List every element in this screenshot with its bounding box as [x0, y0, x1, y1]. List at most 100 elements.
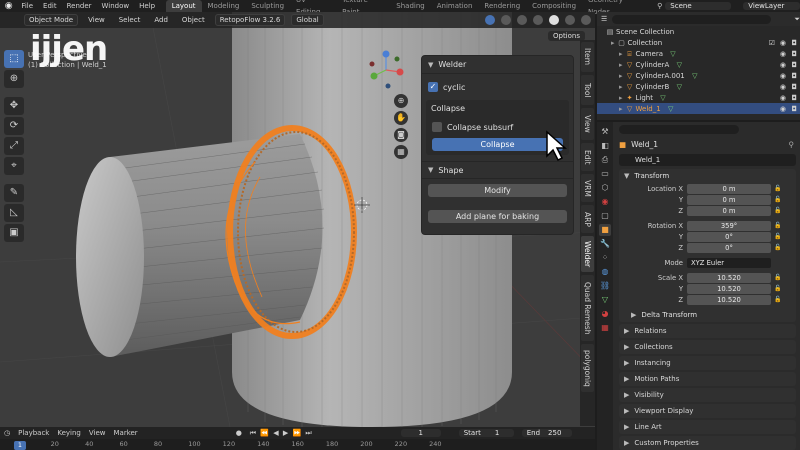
tool-props-icon[interactable]: ⚒: [599, 126, 611, 138]
lock-icon[interactable]: 🔓: [774, 207, 781, 214]
tab-vrm[interactable]: VRM: [581, 174, 594, 202]
render-camera-icon[interactable]: ◘: [791, 94, 797, 102]
add-cube-tool-icon[interactable]: ▣: [4, 224, 24, 242]
menu-file[interactable]: File: [16, 0, 38, 12]
lock-icon[interactable]: 🔓: [774, 196, 781, 203]
wireframe-shading-icon[interactable]: [533, 15, 543, 25]
tab-modeling[interactable]: Modeling: [202, 0, 246, 12]
timeline-editor-icon[interactable]: ◷: [4, 429, 10, 437]
pin-icon[interactable]: ⚲: [789, 140, 795, 149]
menu-edit[interactable]: Edit: [38, 0, 62, 12]
section-visibility[interactable]: ▶ Visibility: [619, 388, 796, 402]
3d-viewport[interactable]: Object Mode View Select Add Object Retop…: [0, 12, 595, 427]
outliner-row[interactable]: ▸ ⌸ Camera ▽ ◉ ◘: [597, 48, 800, 59]
gizmo-toggle-icon[interactable]: [485, 15, 495, 25]
move-tool-icon[interactable]: ✥: [4, 97, 24, 115]
expand-arrow-icon[interactable]: ▸: [619, 105, 623, 113]
expand-arrow-icon[interactable]: ▸: [619, 50, 623, 58]
solid-shading-icon[interactable]: [549, 15, 559, 25]
rotation-mode-dropdown[interactable]: XYZ Euler: [687, 257, 771, 268]
tab-arp[interactable]: ARP: [581, 205, 594, 233]
menu-timeline-view[interactable]: View: [89, 429, 106, 437]
location-z-field[interactable]: 0 m: [687, 205, 771, 216]
xray-toggle-icon[interactable]: [517, 15, 527, 25]
rotation-z-field[interactable]: 0°: [687, 242, 771, 253]
tab-compositing[interactable]: Compositing: [526, 0, 582, 12]
menu-playback[interactable]: Playback: [18, 429, 49, 437]
tab-polygoniq[interactable]: polygoniq: [581, 344, 594, 392]
outliner-row[interactable]: ▸ ▢ Collection ☑ ◉ ◘: [597, 37, 800, 48]
cursor-tool-icon[interactable]: ⊕: [4, 70, 24, 88]
timeline-ruler[interactable]: 120406080100120140160180200220240: [0, 439, 595, 450]
material-shading-icon[interactable]: [565, 15, 575, 25]
location-y-field[interactable]: 0 m: [687, 194, 771, 205]
exclude-checkbox[interactable]: ☑: [769, 39, 775, 47]
menu-object[interactable]: Object: [178, 15, 209, 25]
tab-item[interactable]: Item: [581, 42, 594, 72]
lock-icon[interactable]: 🔓: [774, 296, 781, 303]
visibility-eye-icon[interactable]: ◉: [780, 61, 786, 69]
modifier-props-icon[interactable]: 🔧: [599, 238, 611, 250]
lock-icon[interactable]: 🔓: [774, 244, 781, 251]
rotate-tool-icon[interactable]: ⟳: [4, 117, 24, 135]
pan-hand-icon[interactable]: ✋: [394, 111, 408, 125]
tab-sculpting[interactable]: Sculpting: [245, 0, 290, 12]
rotation-y-field[interactable]: 0°: [687, 231, 771, 242]
rotation-x-field[interactable]: 359°: [687, 220, 771, 231]
particles-props-icon[interactable]: ⁘: [599, 252, 611, 264]
select-box-tool-icon[interactable]: ⬚: [4, 50, 24, 68]
outliner-row[interactable]: ▸ ▽ Weld_1 ▽ ◉ ◘: [597, 103, 800, 114]
render-camera-icon[interactable]: ◘: [791, 105, 797, 113]
viewlayer-selector[interactable]: ViewLayer: [743, 2, 800, 10]
section-viewport-display[interactable]: ▶ Viewport Display: [619, 404, 796, 418]
collection-props-icon[interactable]: ▢: [599, 210, 611, 222]
tab-shading[interactable]: Shading: [390, 0, 430, 12]
physics-props-icon[interactable]: ◍: [599, 266, 611, 278]
retopoflow-button[interactable]: RetopoFlow 3.2.6: [214, 14, 286, 26]
scale-x-field[interactable]: 10.520: [687, 272, 771, 283]
menu-add[interactable]: Add: [150, 15, 172, 25]
lock-icon[interactable]: 🔓: [774, 222, 781, 229]
collapse-subsurf-checkbox[interactable]: [432, 122, 442, 132]
scene-props-icon[interactable]: ⬡: [599, 182, 611, 194]
section-instancing[interactable]: ▶ Instancing: [619, 356, 796, 370]
render-camera-icon[interactable]: ◘: [791, 39, 797, 47]
outliner-row[interactable]: ▸ ▽ CylinderA.001 ▽ ◉ ◘: [597, 70, 800, 81]
annotate-tool-icon[interactable]: ✎: [4, 184, 24, 202]
lock-icon[interactable]: 🔓: [774, 185, 781, 192]
scale-z-field[interactable]: 10.520: [687, 294, 771, 305]
lock-icon[interactable]: 🔓: [774, 233, 781, 240]
outliner-row[interactable]: ▸ ▽ CylinderB ▽ ◉ ◘: [597, 81, 800, 92]
section-motion-paths[interactable]: ▶ Motion Paths: [619, 372, 796, 386]
scene-selector[interactable]: Scene: [665, 2, 732, 10]
tab-view[interactable]: View: [581, 108, 594, 140]
transform-orientation-selector[interactable]: Global: [291, 14, 324, 26]
location-x-field[interactable]: 0 m: [687, 183, 771, 194]
welder-panel-header[interactable]: ▼ Welder: [422, 56, 573, 74]
menu-render[interactable]: Render: [62, 0, 97, 12]
camera-view-icon[interactable]: ◙: [394, 128, 408, 142]
world-props-icon[interactable]: ◉: [599, 196, 611, 208]
end-frame-field[interactable]: End 250: [521, 429, 572, 437]
visibility-eye-icon[interactable]: ◉: [780, 83, 786, 91]
outliner-editor-icon[interactable]: ☰: [601, 15, 607, 23]
current-frame-indicator[interactable]: 1: [14, 441, 26, 450]
render-camera-icon[interactable]: ◘: [791, 50, 797, 58]
menu-marker[interactable]: Marker: [113, 429, 137, 437]
lock-icon[interactable]: 🔓: [774, 274, 781, 281]
tab-layout[interactable]: Layout: [165, 0, 202, 12]
delta-transform-header[interactable]: ▶ Delta Transform: [619, 308, 796, 322]
section-relations[interactable]: ▶ Relations: [619, 324, 796, 338]
scene-icon[interactable]: ⚲: [657, 2, 662, 10]
scene-collection-row[interactable]: ▤ Scene Collection: [597, 26, 800, 37]
modify-button[interactable]: Modify: [428, 184, 567, 197]
tab-rendering[interactable]: Rendering: [478, 0, 526, 12]
measure-tool-icon[interactable]: ◺: [4, 204, 24, 222]
properties-search-input[interactable]: [619, 124, 739, 134]
cyclic-checkbox[interactable]: ✓: [428, 82, 438, 92]
add-plane-for-baking-button[interactable]: Add plane for baking: [428, 210, 567, 223]
material-props-icon[interactable]: ◕: [599, 308, 611, 320]
view-layer-props-icon[interactable]: ▭: [599, 168, 611, 180]
tab-edit[interactable]: Edit: [581, 143, 594, 171]
render-camera-icon[interactable]: ◘: [791, 83, 797, 91]
